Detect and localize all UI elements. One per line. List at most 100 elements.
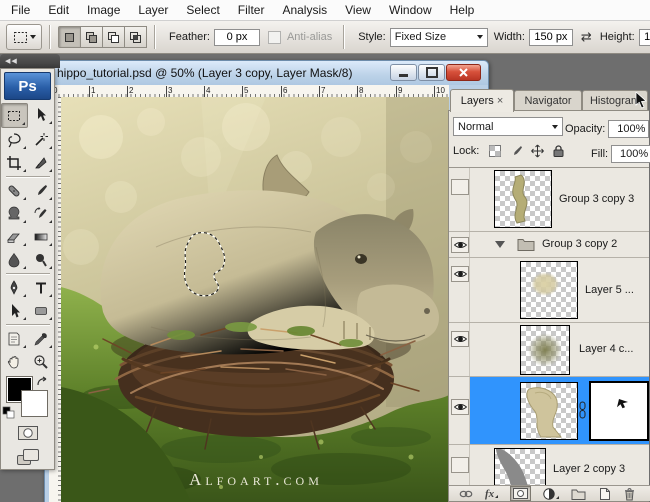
layer-visibility-toggle[interactable] [451, 266, 469, 282]
layer-visibility-toggle[interactable] [451, 331, 469, 347]
menu-analysis[interactable]: Analysis [273, 1, 336, 19]
palette-collapse-button[interactable]: ◀◀ [0, 54, 60, 68]
move-tool[interactable] [28, 103, 55, 126]
collapse-arrows-icon: ◀◀ [5, 57, 18, 65]
menu-select[interactable]: Select [177, 1, 228, 19]
layer-mask-thumbnail[interactable] [589, 381, 649, 441]
history-brush-tool[interactable] [28, 202, 55, 225]
swap-colors-icon[interactable] [35, 375, 51, 389]
minimize-button[interactable] [390, 64, 417, 81]
screen-mode-button[interactable] [1, 445, 54, 469]
menu-view[interactable]: View [336, 1, 380, 19]
new-layer-button[interactable] [598, 487, 611, 501]
layer-row-layer-4[interactable]: Layer 4 c... [449, 323, 649, 377]
gradient-tool[interactable] [28, 225, 55, 248]
height-input[interactable] [639, 29, 650, 46]
blend-mode-dropdown[interactable]: Normal [453, 117, 563, 136]
feather-label: Feather: [169, 31, 210, 43]
layer-name: Layer 5 ... [585, 284, 634, 296]
document-title-bar[interactable]: hippo_tutorial.psd @ 50% (Layer 3 copy, … [45, 61, 488, 85]
feather-input[interactable] [214, 29, 260, 46]
opacity-value[interactable]: 100% [608, 120, 649, 138]
eyedropper-tool[interactable] [28, 327, 55, 350]
add-to-selection-button[interactable] [81, 26, 103, 48]
layer-thumbnail[interactable] [520, 261, 578, 319]
delete-layer-button[interactable] [623, 487, 636, 501]
layer-row-group-3-copy-3[interactable]: Group 3 copy 3 [449, 168, 649, 232]
menu-file[interactable]: File [2, 1, 39, 19]
tool-preset-button[interactable] [6, 24, 42, 50]
layer-thumbnail[interactable] [520, 382, 578, 440]
zoom-tool[interactable] [28, 350, 55, 373]
add-layer-mask-button[interactable] [510, 486, 531, 501]
new-group-button[interactable] [571, 488, 586, 500]
adjustment-layer-icon [543, 488, 555, 500]
layer-thumbnail[interactable] [494, 170, 552, 228]
brush-tool[interactable] [28, 179, 55, 202]
style-dropdown[interactable]: Fixed Size [390, 28, 488, 47]
fill-value[interactable]: 100% [611, 145, 650, 163]
layer-visibility-toggle[interactable] [451, 237, 469, 253]
dodge-tool[interactable] [28, 248, 55, 271]
canvas-image[interactable]: Alfoart.com [61, 97, 449, 502]
new-selection-button[interactable] [58, 26, 81, 48]
layer-name: Group 3 copy 2 [542, 238, 617, 250]
healing-brush-tool[interactable] [1, 179, 28, 202]
lock-position-icon[interactable] [530, 144, 545, 158]
lock-pixels-icon[interactable] [509, 144, 524, 158]
swap-dimensions-icon[interactable]: ⇄ [581, 30, 592, 45]
layer-styles-button[interactable]: fx [485, 488, 498, 500]
layer-visibility-toggle[interactable] [451, 179, 469, 195]
lock-label: Lock: [453, 145, 479, 157]
close-button[interactable] [446, 64, 481, 81]
flyout-icon [49, 197, 52, 200]
layer-row-selected[interactable] [449, 377, 649, 445]
tab-navigator[interactable]: Navigator [514, 90, 582, 111]
rect-marquee-tool[interactable] [1, 103, 28, 128]
menu-layer[interactable]: Layer [129, 1, 177, 19]
intersect-selection-button[interactable] [125, 26, 147, 48]
layer-row-layer-5[interactable]: Layer 5 ... [449, 258, 649, 323]
menu-window[interactable]: Window [380, 1, 441, 19]
lock-transparency-icon[interactable] [488, 144, 503, 158]
clone-stamp-tool[interactable] [1, 202, 28, 225]
tab-close-icon[interactable]: × [497, 95, 503, 107]
tab-layers[interactable]: Layers × [450, 89, 514, 112]
background-color-swatch[interactable] [22, 391, 47, 416]
eraser-tool[interactable] [1, 225, 28, 248]
menu-edit[interactable]: Edit [39, 1, 78, 19]
layer-visibility-toggle[interactable] [451, 457, 469, 473]
layer-visibility-toggle[interactable] [451, 399, 469, 415]
layer-row-layer-2-copy-3[interactable]: Layer 2 copy 3 [449, 445, 649, 487]
maximize-button[interactable] [418, 64, 445, 81]
menu-help[interactable]: Help [441, 1, 484, 19]
magic-wand-tool[interactable] [28, 128, 55, 151]
hand-tool[interactable] [1, 350, 28, 373]
layers-list: Group 3 copy 3 Group 3 copy 2 [449, 168, 649, 487]
quick-mask-button[interactable] [1, 421, 54, 445]
lasso-tool[interactable] [1, 128, 28, 151]
mask-link-icon[interactable] [578, 401, 587, 419]
adjustment-layer-button[interactable] [543, 488, 559, 500]
lock-all-icon[interactable] [551, 144, 566, 158]
width-input[interactable] [529, 29, 573, 46]
default-colors-icon[interactable] [2, 406, 16, 420]
shape-tool[interactable] [28, 299, 55, 322]
group-expand-triangle[interactable] [495, 241, 505, 248]
slice-tool[interactable] [28, 151, 55, 174]
path-select-tool[interactable] [1, 299, 28, 322]
pen-tool[interactable] [1, 276, 28, 299]
history-brush-icon [33, 206, 49, 222]
link-layers-button[interactable] [459, 489, 473, 499]
type-tool[interactable] [28, 276, 55, 299]
layer-row-group-3-copy-2[interactable]: Group 3 copy 2 [449, 232, 649, 258]
notes-tool[interactable] [1, 327, 28, 350]
crop-tool[interactable] [1, 151, 28, 174]
menu-filter[interactable]: Filter [229, 1, 274, 19]
layers-panel: Normal Opacity: 100% Lock: Fill: 100% [448, 110, 649, 502]
layer-thumbnail[interactable] [494, 448, 546, 487]
layer-thumbnail[interactable] [520, 325, 570, 375]
subtract-from-selection-button[interactable] [103, 26, 125, 48]
menu-image[interactable]: Image [78, 1, 129, 19]
blur-tool[interactable] [1, 248, 28, 271]
